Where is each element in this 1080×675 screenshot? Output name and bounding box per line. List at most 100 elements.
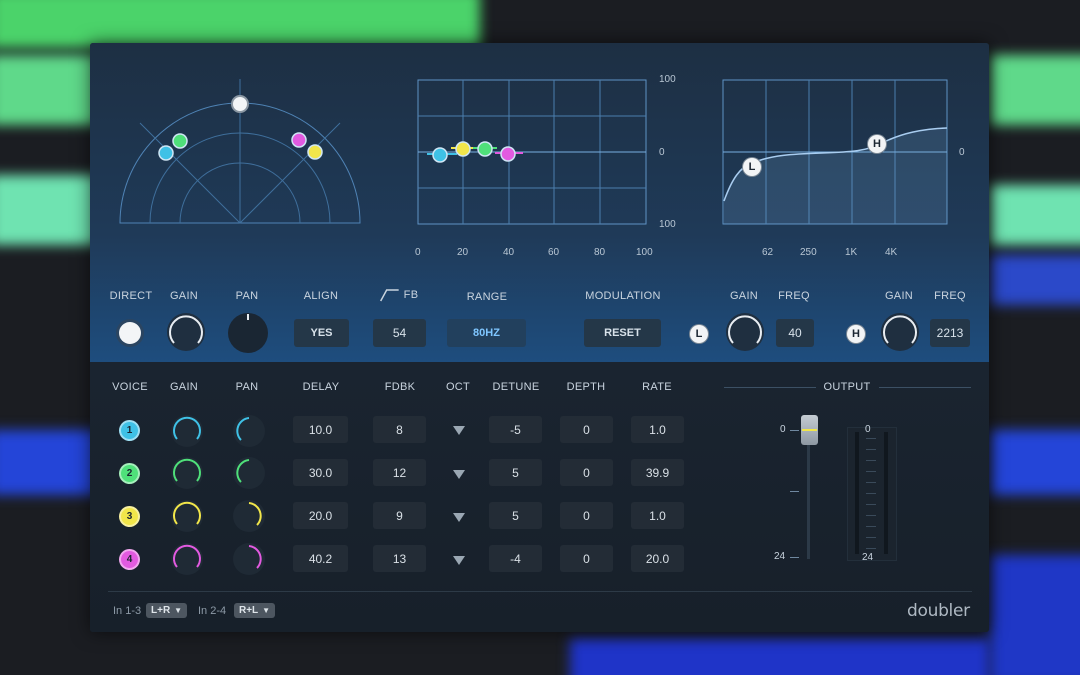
delay-y-label-top: 100 <box>659 74 676 85</box>
voice-2-oct-dropdown-icon[interactable] <box>453 470 465 479</box>
footer-divider <box>108 591 972 592</box>
voice-2-pan-knob[interactable] <box>232 456 266 490</box>
voice-2-gain-knob[interactable] <box>170 456 204 490</box>
voice-1-delay-dot <box>432 147 448 163</box>
voice-1-fdbk-field[interactable]: 8 <box>373 416 426 443</box>
input-13-dropdown-icon: ▼ <box>174 606 183 615</box>
voice-1-depth-field[interactable]: 0 <box>560 416 613 443</box>
voice-2-badge[interactable]: 2 <box>121 465 138 482</box>
voice-1-gain-knob[interactable] <box>170 414 204 448</box>
low-gain-label: GAIN <box>729 290 759 302</box>
voice-4-detune-field[interactable]: -4 <box>489 545 542 572</box>
delay-x-label-60: 60 <box>548 247 560 258</box>
delay-x-label-20: 20 <box>457 247 469 258</box>
eq-high-handle[interactable]: H <box>868 135 886 153</box>
voice-1-pan-knob[interactable] <box>232 414 266 448</box>
modulation-label: MODULATION <box>585 290 661 302</box>
voice-2-delay-field[interactable]: 30.0 <box>293 459 348 486</box>
output-fader-handle[interactable] <box>801 415 818 445</box>
voice-3-oct-dropdown-icon[interactable] <box>453 513 465 522</box>
meter-bar-left <box>855 432 859 554</box>
align-button[interactable]: YES <box>294 319 349 347</box>
eq-x-label-250: 250 <box>800 247 817 258</box>
voice-3-gain-knob[interactable] <box>170 499 204 533</box>
voice-2-fdbk-field[interactable]: 12 <box>373 459 426 486</box>
voice-1-badge[interactable]: 1 <box>121 422 138 439</box>
voice-4-depth-field[interactable]: 0 <box>560 545 613 572</box>
voice-1-pan-dot <box>158 145 174 161</box>
voice-3-pan-knob[interactable] <box>232 499 266 533</box>
low-band-badge: L <box>690 325 708 343</box>
voice-3-fdbk-field[interactable]: 9 <box>373 502 426 529</box>
voice-3-delay-field[interactable]: 20.0 <box>293 502 348 529</box>
input-24-label: In 2-4 <box>198 605 227 617</box>
voice-4-fdbk-field[interactable]: 13 <box>373 545 426 572</box>
high-gain-knob[interactable] <box>880 312 920 352</box>
low-freq-field[interactable]: 40 <box>776 319 814 347</box>
highpass-icon <box>380 289 399 302</box>
voice-3-rate-field[interactable]: 1.0 <box>631 502 684 529</box>
brand-logo: doubler <box>907 601 970 621</box>
voice-3-delay-dot <box>455 141 471 157</box>
fader-bottom-label: 24 <box>774 551 786 562</box>
modulation-reset-button[interactable]: RESET <box>584 319 661 347</box>
voice-4-rate-field[interactable]: 20.0 <box>631 545 684 572</box>
delay-x-label-80: 80 <box>594 247 606 258</box>
high-freq-field[interactable]: 2213 <box>930 319 970 347</box>
direct-toggle[interactable] <box>119 322 141 344</box>
spatial-pan-display[interactable] <box>118 79 362 229</box>
voice-4-badge[interactable]: 4 <box>121 551 138 568</box>
fader-bottom-tick <box>790 557 799 558</box>
eq-x-label-4k: 4K <box>885 247 898 258</box>
fader-indicator <box>802 429 817 431</box>
voice-3-detune-field[interactable]: 5 <box>489 502 542 529</box>
voice-2-rate-field[interactable]: 39.9 <box>631 459 684 486</box>
eq-x-label-1k: 1K <box>845 247 858 258</box>
input-13-label: In 1-3 <box>113 605 142 617</box>
direct-pan-dot <box>231 95 249 113</box>
voice-header-pan: PAN <box>235 381 259 393</box>
direct-gain-knob[interactable] <box>166 312 206 352</box>
voice-header-gain: GAIN <box>169 381 199 393</box>
voice-3-depth-field[interactable]: 0 <box>560 502 613 529</box>
voice-2-detune-field[interactable]: 5 <box>489 459 542 486</box>
direct-pan-knob[interactable] <box>227 312 269 354</box>
voice-4-pan-dot <box>291 132 307 148</box>
voice-1-detune-field[interactable]: -5 <box>489 416 542 443</box>
voice-header-depth: DEPTH <box>566 381 606 393</box>
low-freq-label: FREQ <box>778 290 810 302</box>
high-gain-label: GAIN <box>884 290 914 302</box>
voice-header-fdbk: FDBK <box>384 381 416 393</box>
delay-x-label-100: 100 <box>636 247 653 258</box>
voice-4-delay-field[interactable]: 40.2 <box>293 545 348 572</box>
range-label: RANGE <box>466 291 508 303</box>
direct-gain-label: GAIN <box>169 290 199 302</box>
voice-header-oct: OCT <box>445 381 471 393</box>
voice-4-pan-knob[interactable] <box>232 542 266 576</box>
input-24-select[interactable]: R+L ▼ <box>234 603 276 618</box>
voice-1-oct-dropdown-icon[interactable] <box>453 426 465 435</box>
voice-2-depth-field[interactable]: 0 <box>560 459 613 486</box>
delay-y-label-mid: 0 <box>659 147 665 158</box>
voice-3-badge[interactable]: 3 <box>121 508 138 525</box>
high-band-badge: H <box>847 325 865 343</box>
voice-3-pan-dot <box>307 144 323 160</box>
input-13-select[interactable]: L+R ▼ <box>146 603 188 618</box>
fb-value-field[interactable]: 54 <box>373 319 426 347</box>
voice-1-delay-field[interactable]: 10.0 <box>293 416 348 443</box>
eq-low-handle[interactable]: L <box>743 158 761 176</box>
delay-x-label-0: 0 <box>415 247 421 258</box>
output-fader-track <box>807 427 810 559</box>
voice-4-oct-dropdown-icon[interactable] <box>453 556 465 565</box>
fader-mid-tick <box>790 491 799 492</box>
voice-1-rate-field[interactable]: 1.0 <box>631 416 684 443</box>
direct-label: DIRECT <box>109 290 153 302</box>
voice-4-gain-knob[interactable] <box>170 542 204 576</box>
low-gain-knob[interactable] <box>725 312 765 352</box>
eq-graph[interactable] <box>722 79 950 229</box>
range-selector[interactable]: 80HZ <box>447 319 526 347</box>
fb-label: FB <box>380 288 419 302</box>
fader-top-label: 0 <box>780 424 786 435</box>
delay-graph[interactable] <box>417 79 649 229</box>
fader-top-tick <box>790 430 799 431</box>
